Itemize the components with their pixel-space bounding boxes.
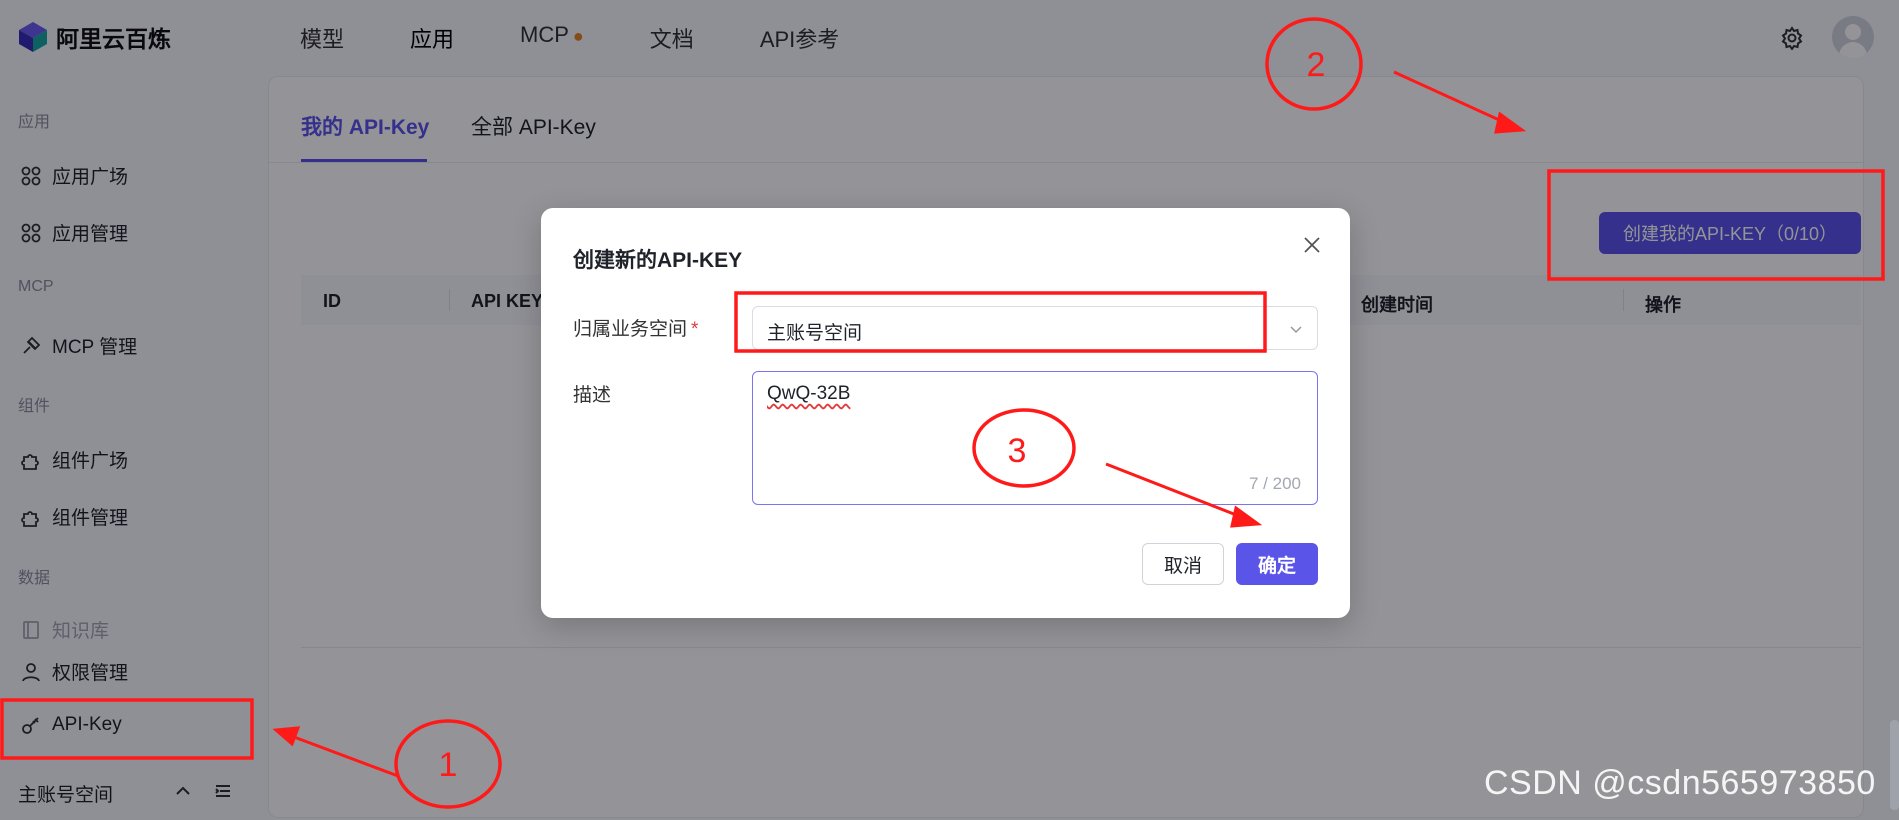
- cancel-button[interactable]: 取消: [1142, 543, 1224, 585]
- description-label: 描述: [573, 385, 612, 406]
- dialog-title: 创建新的API-KEY: [573, 249, 743, 272]
- description-textarea[interactable]: QwQ-32B 7 / 200: [752, 371, 1318, 505]
- char-counter: 7 / 200: [1249, 474, 1301, 493]
- workspace-label: 归属业务空间 *: [573, 314, 698, 341]
- workspace-label-text: 归属业务空间: [573, 319, 688, 340]
- close-icon[interactable]: [1301, 234, 1323, 256]
- create-apikey-dialog: 创建新的API-KEY 归属业务空间 * 主账号空间 描述 QwQ-32B 7 /…: [541, 208, 1350, 618]
- workspace-select-value: 主账号空间: [767, 323, 863, 344]
- scrollbar-thumb[interactable]: [1890, 720, 1899, 810]
- watermark-text: CSDN @csdn565973850: [1484, 764, 1876, 802]
- description-value: QwQ-32B: [767, 383, 851, 404]
- chevron-down-icon: [1290, 326, 1302, 334]
- required-mark: *: [691, 319, 699, 340]
- workspace-select[interactable]: 主账号空间: [752, 306, 1318, 350]
- confirm-button[interactable]: 确定: [1236, 543, 1318, 585]
